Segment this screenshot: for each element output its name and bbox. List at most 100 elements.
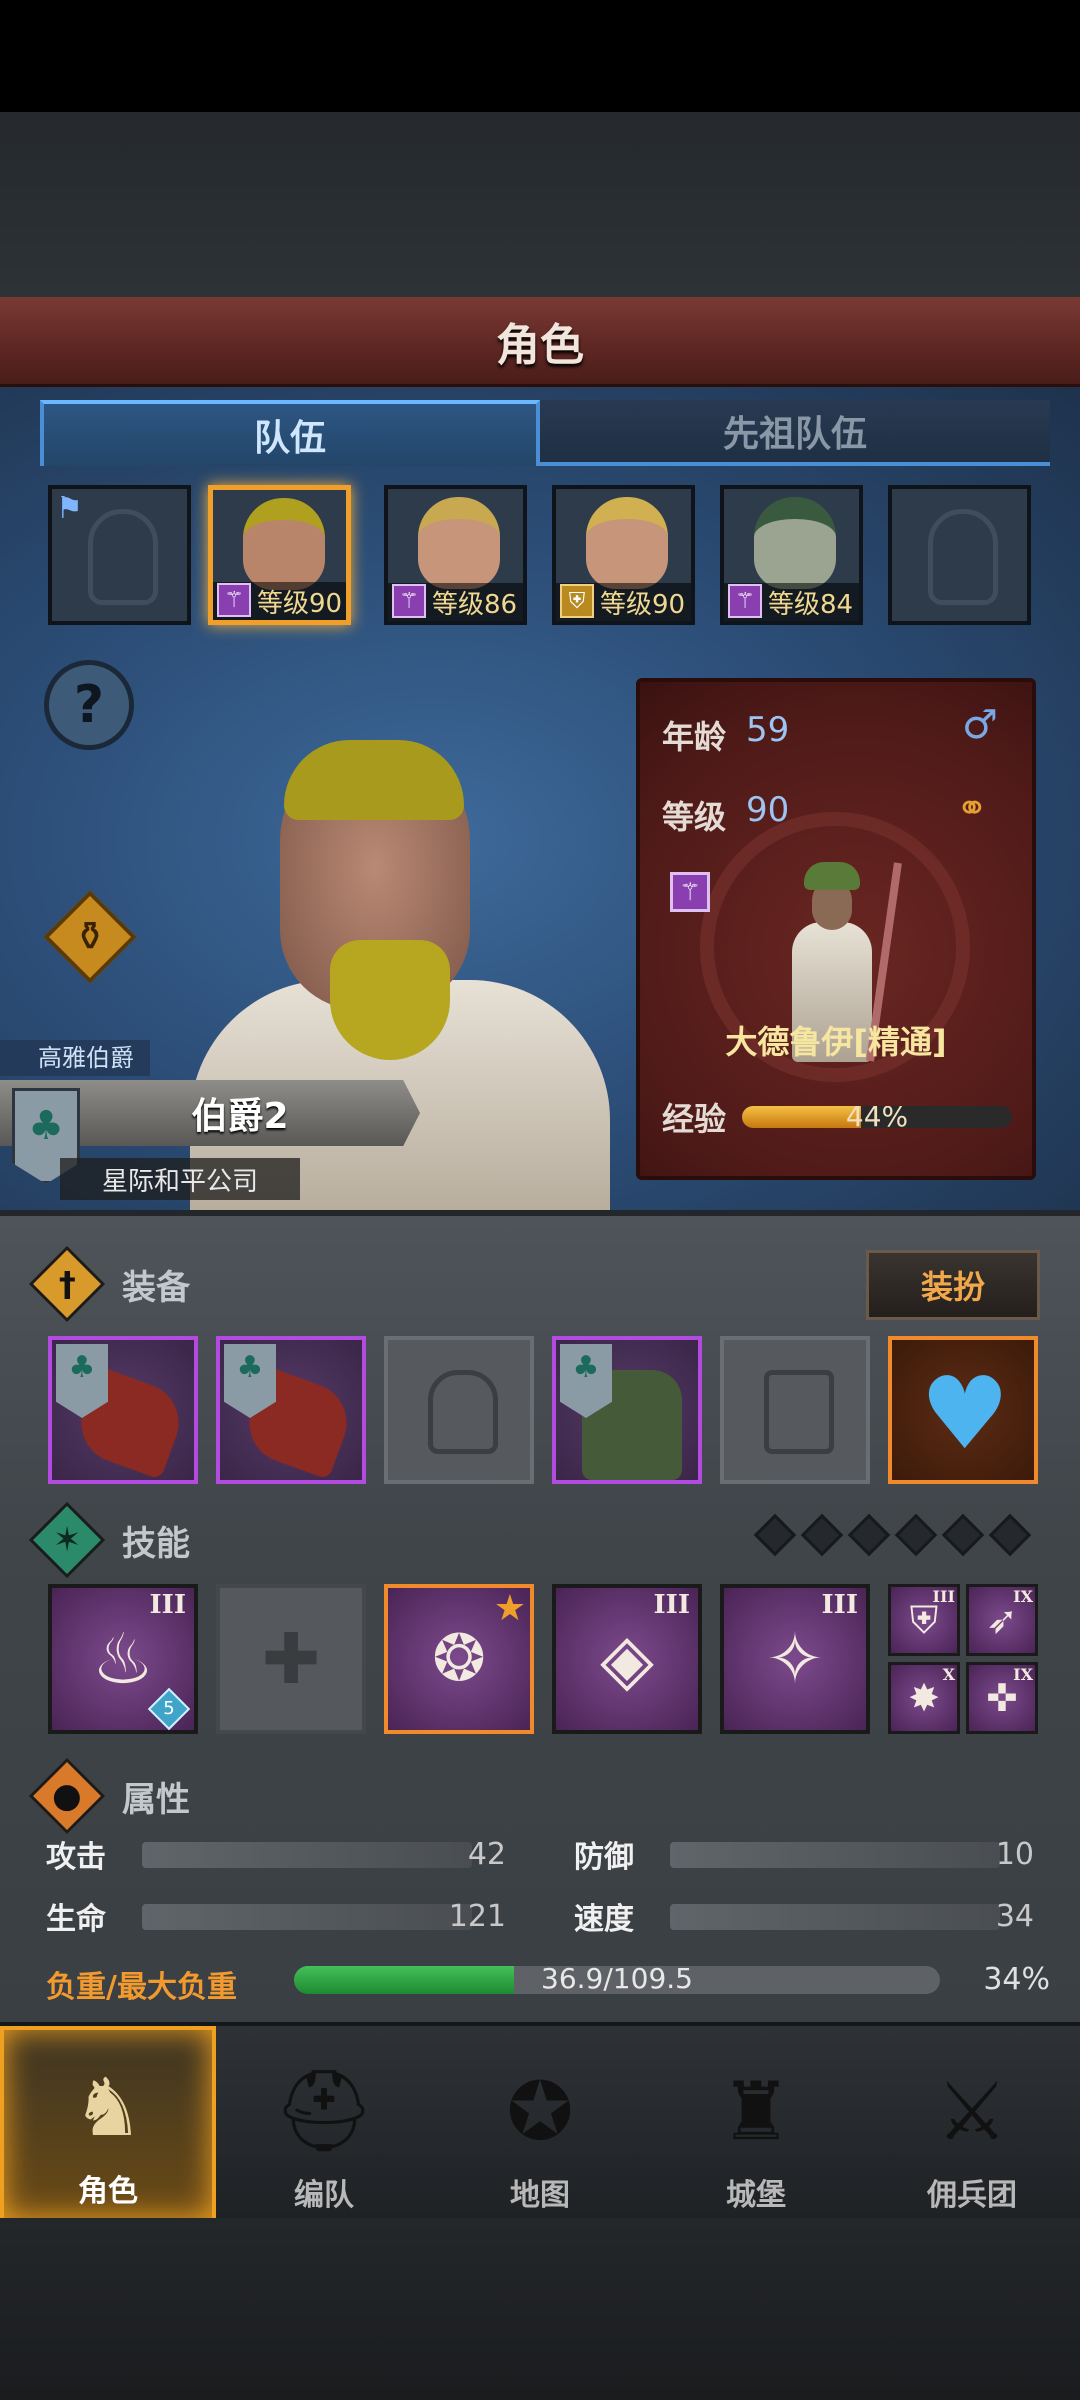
skill-rank: X [942,1665,955,1684]
header-band [0,112,1080,297]
empty-cross-icon: ✚ [261,1618,321,1700]
header-strip [136,1258,836,1310]
nav-label: 城堡 [726,2178,786,2213]
compass-icon: ✪ [506,2064,574,2158]
skill-slot-crystal[interactable]: ◈ III [552,1584,702,1734]
question-icon: ? [73,675,105,735]
roster-slot-hero-3[interactable]: 等级90 ⛨ [552,485,695,625]
load-bar: 36.9/109.5 [294,1966,940,1994]
defense-label: 防御 [574,1840,634,1875]
dress-up-button[interactable]: 装扮 [866,1250,1040,1320]
load-percent: 34% [983,1962,1050,1997]
exp-label: 经验 [662,1100,727,1138]
hero-name: 伯爵2 [191,1096,289,1137]
rings-icon[interactable]: ⚭ [956,786,988,830]
tab-ancestor-team[interactable]: 先祖队伍 [540,400,1050,466]
attributes-header: ● 属性 [28,1757,1040,1835]
equip-slot-helmet[interactable] [384,1336,534,1484]
age-value: 59 [746,710,790,750]
skill-point [988,1513,1032,1557]
passive-skill-spear[interactable]: ➶ IX [966,1584,1038,1656]
burst-icon: ✸ [908,1676,940,1720]
male-icon: ♂ [962,702,998,748]
attributes-section-icon: ● [28,1757,106,1835]
tree-icon: ♣ [28,1103,64,1149]
shield-icon: ⛨ [560,584,594,618]
passive-skill-burst[interactable]: ✸ X [888,1662,960,1734]
empty-helmet-icon [428,1370,498,1454]
equip-slot-weapon[interactable]: ♣ [48,1336,198,1484]
equip-slot-boots[interactable] [720,1336,870,1484]
roster-slot-hero-2[interactable]: 等级86 ⚚ [384,485,527,625]
tree-icon: ♣ [572,1350,600,1385]
skill-point [941,1513,985,1557]
nav-label: 地图 [510,2178,570,2213]
skill-points [753,1513,1032,1557]
attack-label: 攻击 [46,1840,106,1875]
attr-bar [670,1904,1000,1930]
equip-slot-offhand[interactable]: ♣ [216,1336,366,1484]
empty-helmet-icon [88,509,158,605]
speed-value: 34 [995,1898,1034,1934]
skill-point [894,1513,938,1557]
equip-slot-armor[interactable]: ♣ [552,1336,702,1484]
nav-label: 编队 [294,2178,354,2213]
passive-skill-shield[interactable]: ⛨ III [888,1584,960,1656]
skill-slot-fire[interactable]: ♨ III 5 [48,1584,198,1734]
skill-slot-tornado[interactable]: ❂ ★ [384,1584,534,1734]
hero-portrait [754,497,836,589]
attr-attack: 攻击 42 [46,1834,506,1876]
skill-slot-holy-spear[interactable]: ✧ III [720,1584,870,1734]
staff-icon: ⚚ [670,872,710,912]
attr-speed: 速度 34 [574,1896,1034,1938]
fire-icon: ♨ [91,1618,155,1700]
hero-portrait [243,498,325,590]
nav-character[interactable]: ♞ 角色 [0,2026,216,2222]
equipment-label: 装备 [122,1267,190,1308]
defense-value: 10 [995,1836,1034,1872]
tornado-icon: ❂ [432,1622,486,1696]
speed-label: 速度 [574,1902,634,1937]
crystal-hand-icon: ◈ [600,1618,654,1700]
exp-percent: 44% [845,1106,909,1128]
skill-point [847,1513,891,1557]
nav-map[interactable]: ✪ 地图 [432,2026,648,2222]
skill-point [753,1513,797,1557]
attr-bar [142,1842,472,1868]
roster-slot-empty[interactable]: ⚑ [48,485,191,625]
equipment-section-icon: † [28,1245,106,1323]
skill-rank: IX [1013,1665,1033,1684]
exp-bar: 44% [742,1106,1012,1128]
roster-slot-empty[interactable] [888,485,1031,625]
load-value: 36.9/109.5 [541,1966,693,1994]
page-title: 角色 [496,319,584,371]
header-strip [136,1514,836,1566]
roster-slot-hero-4[interactable]: 等级84 ⚚ [720,485,863,625]
nav-formation[interactable]: ⛑ 编队 [216,2026,432,2222]
skill-slot-empty[interactable]: ✚ [216,1584,366,1734]
level-label: 等级 [662,798,727,836]
nav-label: 佣兵团 [927,2178,1017,2213]
helmet-icon: ⛑ [273,2064,375,2157]
company-name: 星际和平公司 [60,1158,300,1200]
tab-team[interactable]: 队伍 [40,400,540,466]
druid-crown [804,862,860,890]
attributes-label: 属性 [122,1779,190,1820]
attr-bar [670,1842,1000,1868]
heart-amulet-icon: ♥ [920,1355,1010,1472]
status-area [0,0,1080,112]
roster-slot-hero-1[interactable]: 等级90 ⚚ [208,485,351,625]
staff-icon: ⚚ [217,583,251,617]
equip-slot-amulet[interactable]: ♥ [888,1336,1038,1484]
age-label: 年龄 [662,718,727,756]
potion-button[interactable]: ⚱ [43,890,137,984]
help-button[interactable]: ? [44,660,134,750]
staff-icon: ⚚ [728,584,762,618]
portrait-hair [284,740,464,820]
title-bar: 角色 [0,297,1080,387]
nav-castle[interactable]: ♜ 城堡 [648,2026,864,2222]
nav-mercenary[interactable]: ⚔ 佣兵团 [864,2026,1080,2222]
potion-icon: ⚱ [73,914,107,960]
passive-skill-holy-star[interactable]: ✜ IX [966,1662,1038,1734]
skill-rank: III [821,1590,859,1620]
